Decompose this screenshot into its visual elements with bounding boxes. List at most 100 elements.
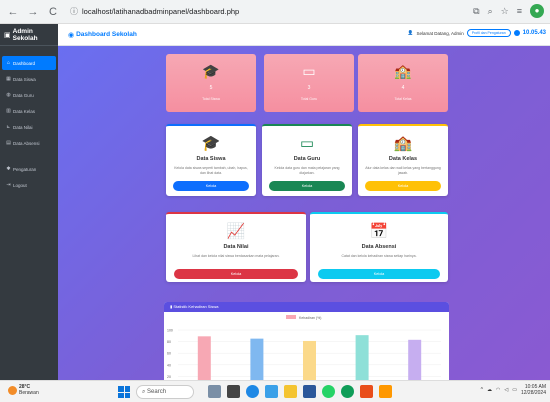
school-logo-icon: ▣ — [4, 31, 11, 39]
sidebar-item-data-absensi[interactable]: ▤ Data Absensi — [2, 136, 56, 150]
wifi-icon[interactable]: ◠ — [496, 387, 500, 393]
home-icon: ⌂ — [6, 60, 11, 66]
chart-header: ▮ Statistik Kehadiran Siswa — [164, 302, 449, 312]
legend-swatch — [286, 315, 296, 319]
y-tick-label: 60 — [167, 352, 171, 356]
y-tick-label: 80 — [167, 340, 171, 344]
calendar-icon: ▤ — [6, 140, 11, 146]
chevron-up-icon[interactable]: ^ — [481, 387, 483, 393]
extensions-icon[interactable]: ≡ — [517, 6, 522, 16]
teacher-icon: ◍ — [6, 92, 11, 98]
sidebar: ▣ Admin Sekolah ⌂ Dashboard ▦ Data Siswa… — [0, 24, 58, 380]
edge-browser-icon[interactable] — [246, 385, 259, 398]
profile-settings-badge[interactable]: Profil dan Pengaturan — [466, 29, 511, 37]
chart-bar[interactable] — [250, 338, 264, 380]
stat-label: Total Kelas — [394, 97, 412, 101]
sidebar-item-logout[interactable]: ⇥ Logout — [2, 178, 56, 192]
sidebar-item-data-kelas[interactable]: ▥ Data Kelas — [2, 104, 56, 118]
word-icon[interactable] — [303, 385, 316, 398]
welcome-text: Selamat Datang, Admin — [416, 30, 464, 36]
kelola-siswa-button[interactable]: Kelola — [173, 181, 249, 191]
top-navbar: ◉ Dashboard Sekolah 👤 Selamat Datang, Ad… — [58, 24, 550, 46]
clock-icon — [513, 30, 520, 36]
sidebar-item-data-guru[interactable]: ◍ Data Guru — [2, 88, 56, 102]
chart-bar[interactable] — [408, 339, 422, 380]
windows-taskbar: 28°C Berawan ⌕ Search ^ ☁ ◠ ◁ ▭ 10:05 AM… — [0, 380, 550, 402]
users-icon: ▦ — [6, 76, 11, 82]
store-icon[interactable] — [265, 385, 278, 398]
weather-widget[interactable]: 28°C Berawan — [8, 384, 39, 396]
sidebar-item-dashboard[interactable]: ⌂ Dashboard — [2, 56, 56, 70]
kelola-kelas-button[interactable]: Kelola — [365, 181, 441, 191]
chart-icon: ⊾ — [6, 124, 11, 130]
stat-label: Total Guru — [300, 97, 318, 101]
feature-card-absensi: 📅 Data Absensi Catat dan kelola kehadira… — [310, 212, 448, 282]
zoom-icon[interactable]: ⌕ — [488, 6, 493, 17]
weather-sun-icon — [8, 385, 17, 395]
school-icon: 🏫 — [393, 135, 413, 152]
kelola-nilai-button[interactable]: Kelola — [174, 269, 298, 279]
volume-icon[interactable]: ◁ — [504, 387, 508, 393]
attendance-bar-chart: Kehadiran (%) 100 80 60 40 20 — [167, 315, 441, 380]
kelola-absensi-button[interactable]: Kelola — [318, 269, 440, 279]
taskbar-search[interactable]: ⌕ Search — [136, 385, 194, 399]
profile-avatar[interactable]: ● — [530, 4, 544, 18]
back-button[interactable]: ← — [6, 5, 20, 19]
stat-card-siswa: 🎓 5 Total Siswa — [166, 54, 256, 112]
feature-card-guru: ▭ Data Guru Kelola data guru dan mata pe… — [262, 124, 352, 196]
logout-icon: ⇥ — [6, 182, 11, 188]
user-icon: 👤 — [407, 30, 414, 35]
chart-bar[interactable] — [303, 340, 316, 380]
chart-bar[interactable] — [197, 336, 211, 380]
address-bar[interactable]: ⓘ localhost/latihanadbadminpanel/dashboa… — [70, 4, 370, 20]
forward-button[interactable]: → — [26, 5, 40, 19]
feature-card-kelas: 🏫 Data Kelas Atur data kelas dan wali ke… — [358, 124, 448, 196]
sidebar-brand[interactable]: ▣ Admin Sekolah — [0, 24, 58, 46]
url-text: localhost/latihanadbadminpanel/dashboard… — [82, 7, 240, 16]
sidebar-item-pengaturan[interactable]: ✱ Pengaturan — [2, 162, 56, 176]
stat-card-guru: ▭ 3 Total Guru — [264, 54, 354, 112]
graduate-icon: 🎓 — [201, 135, 221, 152]
dashboard-icon: ◉ — [68, 31, 75, 39]
feature-card-siswa: 🎓 Data Siswa Kelola data siswa seperti t… — [166, 124, 256, 196]
chart-bar[interactable] — [355, 335, 369, 380]
kelola-guru-button[interactable]: Kelola — [269, 181, 345, 191]
widgets-icon[interactable] — [208, 385, 221, 398]
stat-value: 4 — [401, 85, 405, 91]
bookmark-star-icon[interactable]: ☆ — [501, 6, 509, 17]
y-tick-label: 40 — [167, 363, 171, 367]
browser-toolbar: ← → C ⓘ localhost/latihanadbadminpanel/d… — [0, 0, 550, 24]
school-icon: 🏫 — [394, 63, 412, 79]
translate-icon[interactable]: ⧉ — [473, 6, 479, 17]
calendar-check-icon: 📅 — [369, 223, 389, 240]
clock-time: 10.05.43 — [522, 30, 546, 36]
teacher-icon: ▭ — [302, 63, 316, 79]
app-icon[interactable] — [379, 385, 392, 398]
windows-start-icon[interactable] — [118, 386, 130, 398]
cloud-icon[interactable]: ☁ — [487, 387, 492, 393]
battery-icon[interactable]: ▭ — [512, 387, 517, 393]
xampp-icon[interactable] — [360, 385, 373, 398]
sidebar-item-data-nilai[interactable]: ⊾ Data Nilai — [2, 120, 56, 134]
teacher-icon: ▭ — [299, 135, 315, 152]
school-icon: ▥ — [6, 108, 11, 114]
feature-card-nilai: 📈 Data Nilai Lihat dan kelola nilai sisw… — [166, 212, 306, 282]
gear-icon: ✱ — [6, 166, 11, 172]
task-view-icon[interactable] — [227, 385, 240, 398]
dashboard-content: 🎓 5 Total Siswa ▭ 3 Total Guru 🏫 4 Total… — [58, 46, 550, 380]
whatsapp-icon[interactable] — [322, 385, 335, 398]
reload-button[interactable]: C — [46, 5, 60, 19]
chart-line-icon: 📈 — [226, 223, 246, 240]
site-info-icon[interactable]: ⓘ — [70, 6, 78, 17]
y-tick-label: 100 — [167, 329, 173, 333]
file-explorer-icon[interactable] — [284, 385, 297, 398]
graduate-icon: 🎓 — [202, 63, 220, 79]
legend-label: Kehadiran (%) — [299, 316, 321, 320]
page-title: ◉ Dashboard Sekolah — [68, 31, 137, 39]
system-tray: ^ ☁ ◠ ◁ ▭ 10:05 AM 12/28/2024 — [481, 384, 546, 396]
clock-date[interactable]: 12/28/2024 — [521, 390, 546, 396]
sidebar-item-data-siswa[interactable]: ▦ Data Siswa — [2, 72, 56, 86]
chrome-icon[interactable] — [341, 385, 354, 398]
stat-card-kelas: 🏫 4 Total Kelas — [358, 54, 448, 112]
stat-value: 5 — [209, 85, 213, 91]
